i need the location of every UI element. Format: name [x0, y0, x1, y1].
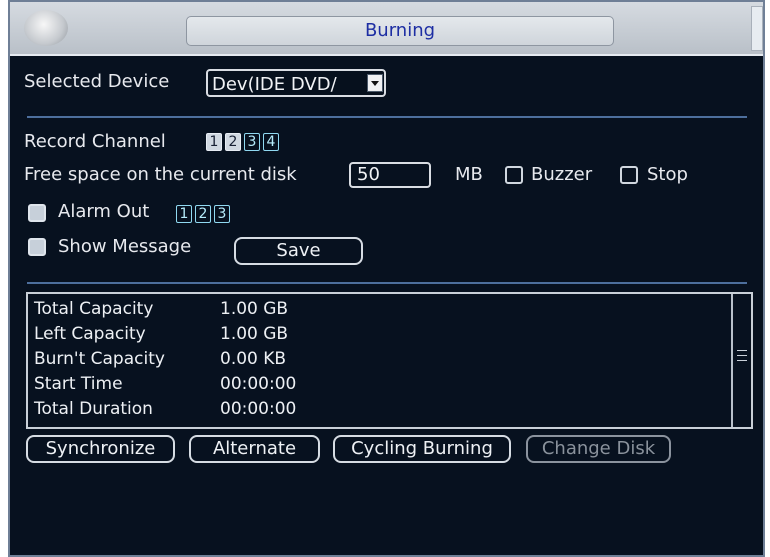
show-message-checkbox[interactable] — [28, 238, 46, 256]
scrollbar[interactable] — [731, 294, 751, 427]
buzzer-checkbox[interactable] — [505, 166, 523, 184]
close-button[interactable] — [751, 6, 763, 51]
info-value: 1.00 GB — [220, 324, 289, 344]
title-bar: Burning — [10, 2, 763, 56]
scroll-grip-icon — [737, 350, 747, 351]
stop-label: Stop — [647, 164, 688, 185]
info-value: 0.00 KB — [220, 349, 287, 369]
buzzer-label: Buzzer — [531, 164, 593, 185]
window-title: Burning — [186, 16, 614, 46]
info-value: 1.00 GB — [220, 299, 289, 319]
show-message-label: Show Message — [58, 236, 192, 257]
info-label: Left Capacity — [34, 324, 146, 344]
record-channel-2[interactable]: 2 — [225, 133, 241, 151]
info-value: 00:00:00 — [220, 399, 297, 419]
save-button[interactable]: Save — [234, 237, 363, 265]
change-disk-button[interactable]: Change Disk — [526, 435, 671, 463]
synchronize-button[interactable]: Synchronize — [26, 435, 175, 463]
info-label: Burn't Capacity — [34, 349, 165, 369]
record-channel-4[interactable]: 4 — [263, 133, 279, 151]
stop-checkbox[interactable] — [620, 166, 638, 184]
device-select-value: Dev(IDE DVD/ — [212, 74, 337, 95]
app-logo-icon — [24, 10, 68, 46]
free-space-input[interactable]: 50 — [349, 162, 431, 188]
info-label: Total Duration — [34, 399, 153, 419]
burn-info-list[interactable]: Total Capacity 1.00 GB Left Capacity 1.0… — [26, 292, 753, 429]
divider — [27, 282, 747, 284]
cycling-burning-button[interactable]: Cycling Burning — [333, 435, 511, 463]
selected-device-label: Selected Device — [24, 71, 170, 92]
record-channel-1[interactable]: 1 — [206, 133, 222, 151]
alarm-out-label: Alarm Out — [58, 201, 150, 222]
alarm-out-1[interactable]: 1 — [176, 205, 192, 223]
free-space-unit: MB — [455, 164, 483, 185]
record-channel-3[interactable]: 3 — [244, 133, 260, 151]
info-value: 00:00:00 — [220, 374, 297, 394]
alarm-out-3[interactable]: 3 — [214, 205, 230, 223]
chevron-down-icon[interactable] — [367, 74, 383, 92]
device-select[interactable]: Dev(IDE DVD/ — [206, 69, 386, 97]
info-label: Start Time — [34, 374, 123, 394]
record-channel-label: Record Channel — [24, 131, 166, 152]
info-label: Total Capacity — [34, 299, 154, 319]
alarm-out-checkbox[interactable] — [28, 204, 46, 222]
divider — [27, 116, 747, 118]
free-space-label: Free space on the current disk — [24, 164, 297, 185]
burning-window: Burning Selected Device Dev(IDE DVD/ Rec… — [8, 0, 765, 557]
alternate-button[interactable]: Alternate — [189, 435, 320, 463]
alarm-out-2[interactable]: 2 — [195, 205, 211, 223]
